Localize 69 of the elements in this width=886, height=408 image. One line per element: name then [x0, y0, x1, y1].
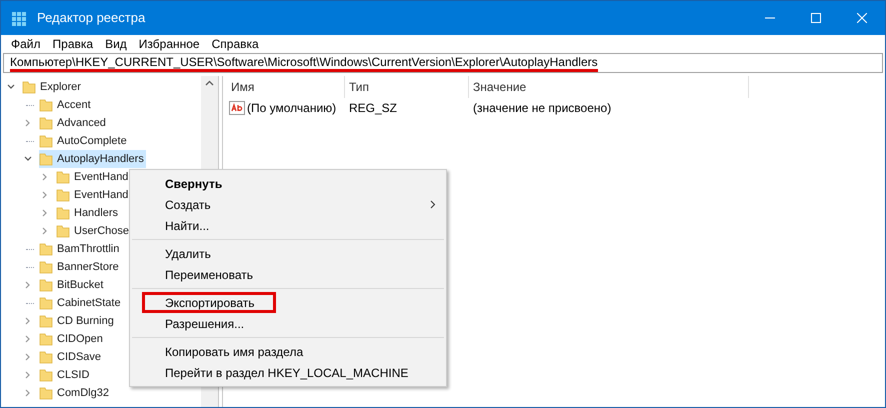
folder-icon [39, 332, 53, 346]
string-value-icon [229, 101, 245, 115]
context-menu-item[interactable]: Экспортировать [142, 292, 276, 313]
tree-connector-line [26, 104, 34, 106]
menu-item[interactable]: Справка [206, 35, 265, 53]
maximize-icon [811, 13, 821, 23]
folder-icon [39, 116, 53, 130]
tree-item[interactable]: CD Burning [39, 312, 116, 330]
tree-item[interactable]: Handlers [56, 204, 120, 222]
folder-icon [39, 350, 53, 364]
context-menu-item[interactable]: Удалить [130, 243, 446, 264]
folder-icon [39, 134, 53, 148]
menu-item[interactable]: Вид [99, 35, 133, 53]
tree-item[interactable]: Advanced [39, 114, 108, 132]
table-cell-text: (По умолчанию) [247, 100, 336, 117]
context-menu-item[interactable]: Перейти в раздел HKEY_LOCAL_MACHINE [130, 362, 446, 383]
folder-icon [22, 80, 36, 94]
menu-item[interactable]: Избранное [132, 35, 206, 53]
tree-connector-line [26, 248, 34, 250]
address-path: Компьютер\HKEY_CURRENT_USER\Software\Microsoft\Windows\CurrentVersion\Explorer\AutoplayHandlers [10, 54, 598, 72]
address-bar[interactable]: Компьютер\HKEY_CURRENT_USER\Software\Microsoft\Windows\CurrentVersion\Explorer\AutoplayHandlers [3, 53, 883, 73]
tree-item[interactable]: CLSID [39, 366, 92, 384]
folder-icon [39, 368, 53, 382]
context-menu-item[interactable]: Переименовать [130, 264, 446, 285]
tree-item[interactable]: CIDSave [39, 348, 104, 366]
folder-icon [39, 296, 53, 310]
tree-item[interactable]: BamThrottlin [39, 240, 122, 258]
context-menu-item[interactable]: Создать [130, 194, 446, 215]
tree-item[interactable]: AutoplayHandlers [39, 150, 146, 168]
folder-icon [39, 242, 53, 256]
context-menu-item[interactable]: Найти... [130, 215, 446, 236]
column-header[interactable]: Значение [469, 76, 749, 98]
tree-item[interactable]: Accent [39, 96, 93, 114]
tree-item[interactable]: ComDlg32 [39, 384, 111, 402]
window-title: Редактор реестра [37, 9, 146, 28]
folder-icon [39, 260, 53, 274]
tree-connector-line [26, 302, 34, 304]
tree-connector-line [26, 140, 34, 142]
folder-icon [56, 206, 70, 220]
table-cell-text: (значение не присвоено) [472, 100, 612, 117]
folder-icon [56, 224, 70, 238]
scroll-up-icon[interactable] [205, 80, 214, 86]
menu-item[interactable]: Файл [5, 35, 47, 53]
tree-item[interactable]: AutoComplete [39, 132, 129, 150]
tree-item[interactable]: CabinetState [39, 294, 123, 312]
tree-item[interactable]: CIDOpen [39, 330, 105, 348]
folder-icon [39, 386, 53, 400]
registry-app-icon [11, 10, 27, 26]
menu-item[interactable]: Правка [46, 35, 100, 53]
folder-icon [39, 314, 53, 328]
tree-item[interactable]: EventHand [56, 168, 130, 186]
folder-icon [39, 278, 53, 292]
folder-icon [39, 152, 53, 166]
tree-item[interactable]: EventHand [56, 186, 130, 204]
context-menu-item[interactable]: Свернуть [130, 173, 446, 194]
tree-item[interactable]: BitBucket [39, 276, 106, 294]
table-cell-text: REG_SZ [348, 100, 398, 117]
close-icon [857, 13, 867, 23]
column-header[interactable]: Тип [345, 76, 469, 98]
context-menu-item[interactable]: Копировать имя раздела [130, 341, 446, 362]
column-header[interactable]: Имя [227, 76, 345, 98]
tree-item[interactable]: Explorer [22, 78, 83, 96]
tree-item[interactable]: BannerStore [39, 258, 121, 276]
folder-icon [56, 188, 70, 202]
tree-connector-line [26, 266, 34, 268]
folder-icon [39, 98, 53, 112]
tree-item[interactable]: UserChose [56, 222, 132, 240]
folder-icon [56, 170, 70, 184]
context-menu-item[interactable]: Разрешения... [130, 313, 446, 334]
